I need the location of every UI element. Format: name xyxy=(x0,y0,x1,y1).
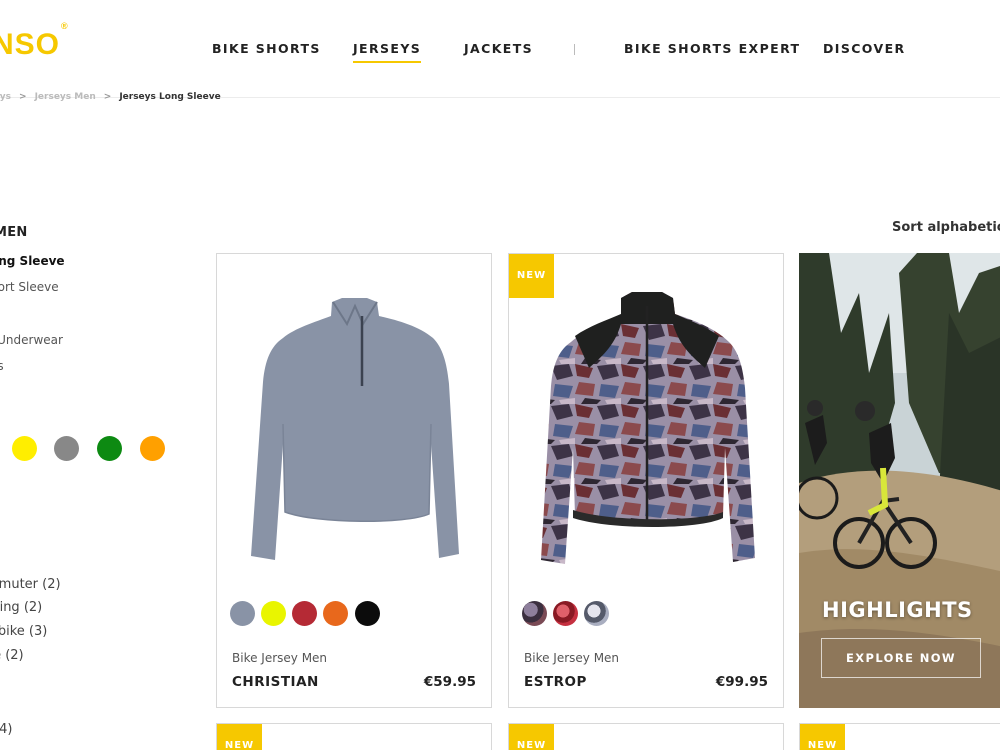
swatch-camo-blue[interactable] xyxy=(522,601,547,626)
nav-bike-shorts-expert[interactable]: BIKE SHORTS EXPERT xyxy=(624,41,800,56)
breadcrumb: ays > Jerseys Men > Jerseys Long Sleeve xyxy=(0,92,221,102)
product-card-row2-1[interactable]: NEW xyxy=(216,723,492,750)
swatch-camo-grey[interactable] xyxy=(584,601,609,626)
new-badge: NEW xyxy=(217,724,262,750)
product-card-row2-3[interactable]: NEW xyxy=(799,723,1000,750)
swatch-neon-yellow[interactable] xyxy=(261,601,286,626)
sidebar-category-long-sleeve[interactable]: ong Sleeve xyxy=(0,254,65,268)
product-subtitle: Bike Jersey Men xyxy=(232,651,328,665)
color-filter-yellow[interactable] xyxy=(12,436,37,461)
color-filter-orange[interactable] xyxy=(140,436,165,461)
promo-title: HIGHLIGHTS xyxy=(822,598,973,622)
sidebar-category-underwear[interactable]: l Underwear xyxy=(0,333,63,347)
nav-discover[interactable]: DISCOVER xyxy=(823,41,906,56)
product-card-christian[interactable]: Bike Jersey Men CHRISTIAN €59.95 xyxy=(216,253,492,708)
highlights-promo[interactable]: HIGHLIGHTS EXPLORE NOW xyxy=(799,253,1000,708)
filter-ebike[interactable]: ke (2) xyxy=(0,648,24,663)
product-image-estrop xyxy=(541,292,755,564)
new-badge: NEW xyxy=(800,724,845,750)
new-badge: NEW xyxy=(509,724,554,750)
filter-commuter[interactable]: mmuter (2) xyxy=(0,577,61,592)
breadcrumb-current: Jerseys Long Sleeve xyxy=(119,92,221,102)
swatch-black[interactable] xyxy=(355,601,380,626)
color-filter-grey[interactable] xyxy=(54,436,79,461)
product-price: €99.95 xyxy=(715,674,768,690)
swatch-camo-red[interactable] xyxy=(553,601,578,626)
nav-jerseys[interactable]: JERSEYS xyxy=(353,41,422,63)
sort-dropdown[interactable]: Sort alphabetical xyxy=(892,220,1000,235)
sidebar-category-short-sleeve[interactable]: hort Sleeve xyxy=(0,280,59,294)
product-price: €59.95 xyxy=(423,674,476,690)
swatch-orange[interactable] xyxy=(323,601,348,626)
breadcrumb-item[interactable]: ays xyxy=(0,92,11,102)
explore-now-button[interactable]: EXPLORE NOW xyxy=(821,638,981,678)
site-header: NSO® BIKE SHORTS JERSEYS JACKETS BIKE SH… xyxy=(0,0,1000,98)
product-image-christian xyxy=(251,298,459,560)
filter-mountainbike[interactable]: inbike (3) xyxy=(0,624,47,639)
swatch-red[interactable] xyxy=(292,601,317,626)
filter-more[interactable]: (4) xyxy=(0,722,12,737)
swatch-grey-blue[interactable] xyxy=(230,601,255,626)
sidebar-heading: MEN xyxy=(0,225,28,240)
filter-touring[interactable]: uring (2) xyxy=(0,600,42,615)
breadcrumb-item[interactable]: Jerseys Men xyxy=(35,92,96,102)
color-filter-green[interactable] xyxy=(97,436,122,461)
brand-logo[interactable]: NSO® xyxy=(0,21,69,62)
breadcrumb-separator: > xyxy=(103,92,112,102)
product-card-row2-2[interactable]: NEW xyxy=(508,723,784,750)
product-name: ESTROP xyxy=(524,674,587,690)
product-card-estrop[interactable]: NEW Bike Jersey Men ESTROP €99.95 xyxy=(508,253,784,708)
sidebar-category-5[interactable]: es xyxy=(0,359,4,373)
breadcrumb-separator: > xyxy=(19,92,27,102)
product-name: CHRISTIAN xyxy=(232,674,319,690)
nav-jackets[interactable]: JACKETS xyxy=(464,41,533,56)
nav-bike-shorts[interactable]: BIKE SHORTS xyxy=(212,41,321,56)
product-subtitle: Bike Jersey Men xyxy=(524,651,620,665)
nav-divider xyxy=(574,44,575,55)
